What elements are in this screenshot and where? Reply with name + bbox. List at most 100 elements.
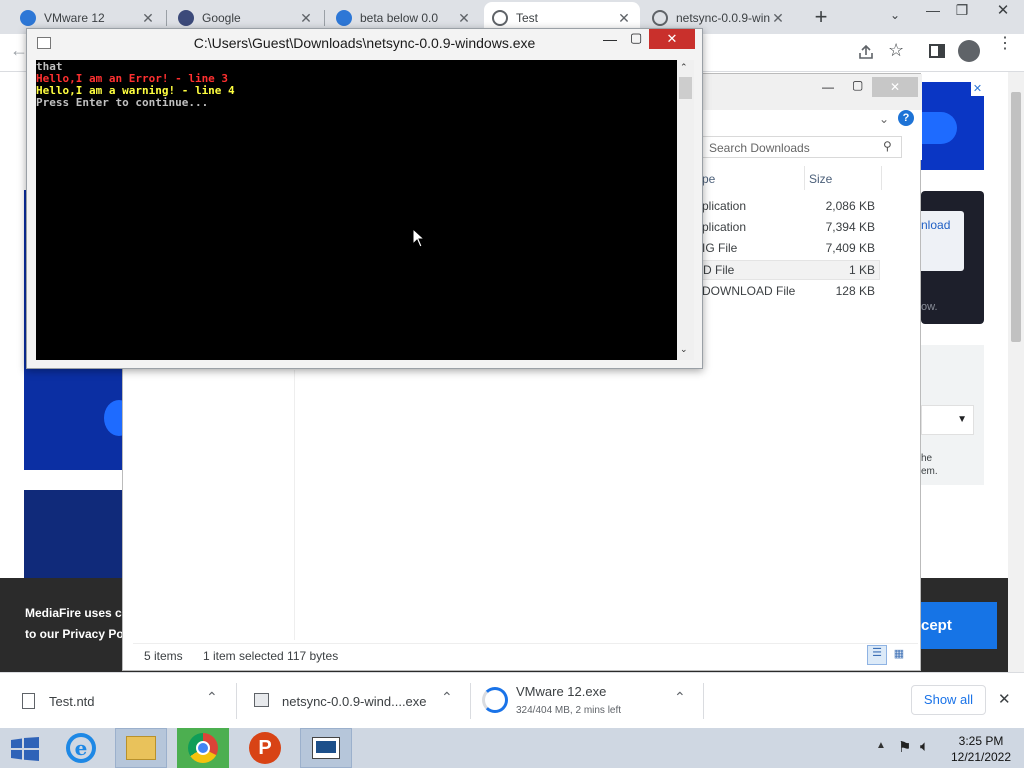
close-icon[interactable]: ✕ [770,10,786,27]
select-dropdown[interactable]: ▼ [921,405,974,435]
clock-date[interactable]: 12/21/2022 [946,750,1016,764]
exe-icon [254,693,269,707]
column-header-type[interactable]: pe [702,172,715,186]
search-placeholder: Search Downloads [709,141,810,155]
card-note: ow. [921,301,938,313]
action-center-flag-icon[interactable]: ⚑ [898,738,911,756]
console-title: C:\Users\Guest\Downloads\netsync-0.0.9-w… [193,35,536,51]
close-icon[interactable]: ✕ [616,10,632,27]
psiphon-icon[interactable]: P [239,728,291,768]
download-item[interactable]: Test.ntd ⌃ [0,673,236,729]
clock-time[interactable]: 3:25 PM [946,734,1016,748]
download-item[interactable]: netsync-0.0.9-wind....exe ⌃ [237,673,470,729]
close-shelf-button[interactable]: ✕ [998,690,1011,708]
search-input[interactable]: Search Downloads ⚲ [702,136,902,158]
tab-label: netsync-0.0.9-win [676,11,770,25]
chevron-down-icon[interactable]: ⌄ [879,112,889,126]
mouse-cursor-icon [412,228,426,248]
window-close-button[interactable]: ✕ [982,0,1024,24]
page-scrollbar[interactable] [1008,72,1024,672]
status-item-count: 5 items [144,649,183,663]
new-tab-button[interactable]: + [810,4,832,30]
ad-banner: ✕ [921,82,984,170]
progress-ring-icon [482,687,508,713]
page-banner-left-2 [24,490,124,580]
bookmark-star-icon[interactable]: ☆ [888,40,904,61]
console-taskbar-icon[interactable] [300,728,352,768]
google-icon [178,10,194,26]
file-row[interactable]: DOWNLOAD File 128 KB [702,281,880,301]
side-panel-icon[interactable] [929,44,945,58]
console-prompt-line: Press Enter to continue... [36,96,209,109]
vmware-icon [336,10,352,26]
file-size: 1 KB [848,263,875,277]
internet-explorer-icon[interactable]: e [55,728,107,768]
tab-label: Test [516,11,539,25]
accept-cookies-button[interactable]: cept [921,602,997,649]
avatar[interactable] [958,40,980,62]
windows-taskbar: e P ▲ ⚑ 🔈︎ 3:25 PM 12/21/2022 [0,728,1024,768]
cookie-text: MediaFire uses c [25,606,122,620]
minimize-button[interactable]: — [918,2,948,24]
console-scrollbar[interactable]: ⌃ ⌄ [677,60,694,360]
windows-start-icon[interactable] [11,737,39,761]
file-type: DOWNLOAD File [702,284,796,298]
download-card: nload ow. [921,191,984,324]
file-explorer-taskbar-icon[interactable] [115,728,167,768]
chrome-taskbar-icon[interactable] [177,728,229,768]
file-size: 2,086 KB [825,199,875,213]
volume-icon[interactable]: 🔈︎ [920,738,929,755]
globe-icon [492,10,508,26]
file-size: 7,394 KB [825,220,875,234]
console-window: C:\Users\Guest\Downloads\netsync-0.0.9-w… [26,28,703,369]
tab-label: Google [202,11,241,25]
file-size: 7,409 KB [825,241,875,255]
tray-chevron-icon[interactable]: ▲ [876,740,886,751]
side-panel: ▼ he em. [921,345,984,485]
maximize-button[interactable]: ▢ [630,30,644,46]
file-row[interactable]: plication 2,086 KB [702,196,880,216]
file-type: D File [703,263,735,277]
chevron-up-icon[interactable]: ⌃ [206,689,218,706]
maximize-button[interactable]: ▢ [852,78,863,92]
close-button[interactable]: ✕ [649,29,695,49]
close-button[interactable]: ✕ [872,77,918,97]
file-type: plication [702,220,747,234]
cookie-text: to our Privacy Po [25,627,124,641]
chevron-up-icon[interactable]: ⌃ [441,689,453,706]
download-button[interactable]: nload [921,211,964,271]
chevron-up-icon[interactable]: ⌃ [674,689,686,706]
console-output[interactable]: that Hello,I am an Error! - line 3 Hello… [36,60,677,360]
close-icon[interactable]: ✕ [140,10,156,27]
column-header-size[interactable]: Size [809,172,832,186]
download-progress-text: 324/404 MB, 2 mins left [516,705,622,716]
close-icon[interactable]: ✕ [456,10,472,27]
file-size: 128 KB [835,284,875,298]
show-all-button[interactable]: Show all [911,685,986,715]
help-icon[interactable]: ? [898,110,914,126]
tiles-view-icon[interactable]: ▦ [891,647,907,663]
file-type: plication [702,199,747,213]
downloads-shelf: Test.ntd ⌃ netsync-0.0.9-wind....exe ⌃ V… [0,672,1024,728]
details-view-icon[interactable]: ☰ [867,645,887,665]
tab-label: VMware 12 [44,11,105,25]
file-row[interactable]: plication 7,394 KB [702,217,880,237]
vmware-icon [20,10,36,26]
close-icon[interactable]: ✕ [298,10,314,27]
tab-label: beta below 0.0 [360,11,439,25]
tab-search-chevron-icon[interactable]: ⌄ [890,8,900,22]
menu-dots-icon[interactable]: ⋮ [997,36,1013,52]
download-item-in-progress[interactable]: VMware 12.exe 324/404 MB, 2 mins left ⌃ [471,673,703,729]
download-name: netsync-0.0.9-wind....exe [282,694,427,709]
navigation-pane [129,370,295,640]
share-icon[interactable] [857,43,875,61]
scroll-down-icon: ⌄ [680,344,688,354]
file-type: IG File [702,241,738,255]
file-row[interactable]: IG File 7,409 KB [702,238,880,258]
file-row-selected[interactable]: D File 1 KB [702,260,880,280]
minimize-button[interactable]: — [603,31,617,47]
file-icon [22,693,35,709]
scroll-up-icon: ⌃ [680,62,688,72]
restore-button[interactable]: ❐ [952,2,972,22]
minimize-button[interactable]: — [822,80,834,94]
